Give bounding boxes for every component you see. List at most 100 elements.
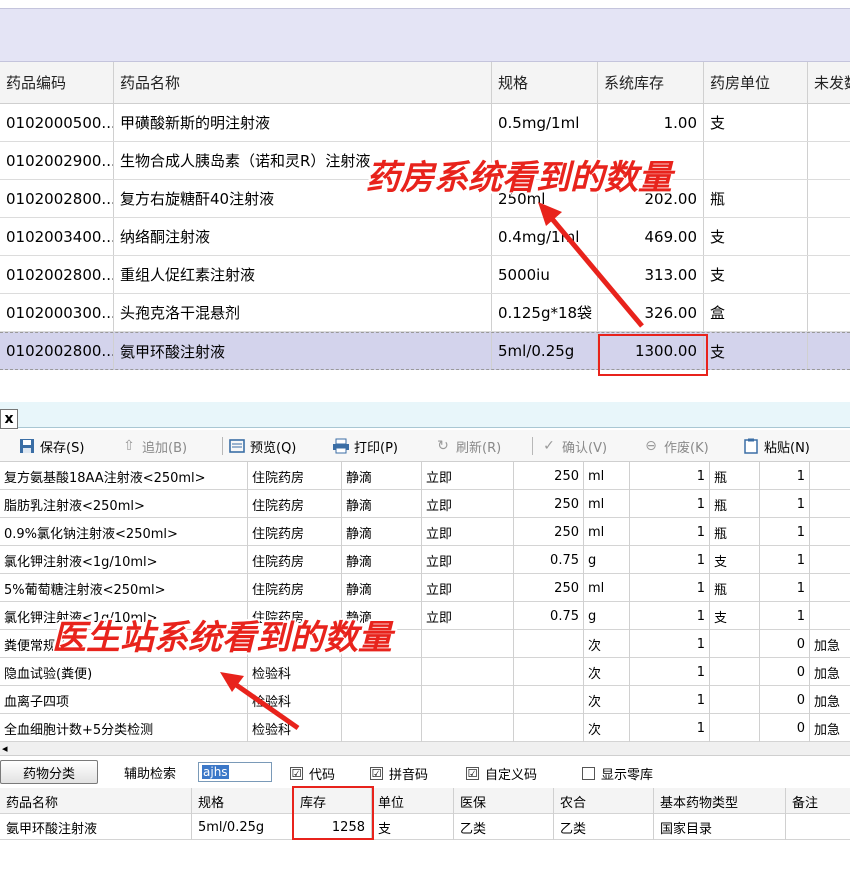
pharmacy-table-row[interactable]: 0102000500... 甲磺酸新斯的明注射液 0.5mg/1ml 1.00 支 [0,104,850,142]
doctor-stock-highlight [292,786,374,840]
horizontal-scrollbar[interactable]: ◂ [0,742,850,756]
pharmacy-table-row[interactable]: 0102002800... 重组人促红素注射液 5000iu 313.00 支 [0,256,850,294]
order-cell-qty: 1 [630,714,710,742]
column-header[interactable]: 单位 [372,788,454,814]
order-cell-qty: 1 [630,658,710,686]
paste-label: 粘贴(N) [764,440,810,456]
order-row[interactable]: 脂肪乳注射液<250ml> 住院药房 静滴 立即 250 ml 1 瓶 1 [0,490,850,518]
preview-button[interactable]: 预览(Q) [228,435,296,457]
order-row[interactable]: 氯化钾注射液<1g/10ml> 住院药房 静滴 立即 0.75 g 1 支 1 [0,546,850,574]
column-header[interactable]: 农合 [554,788,654,814]
pharmacy-cell-spec: 0.4mg/1ml [492,218,598,255]
checkbox-pinyin[interactable]: ☑ 拼音码 [370,764,428,783]
checkbox-label: 代码 [309,768,336,783]
refresh-icon: ↻ [437,438,449,454]
pharmacy-cell-stock: 313.00 [598,256,704,293]
checkbox-show-zero-stock[interactable]: 显示零库 [582,764,653,783]
void-button[interactable]: ⊖ 作废(K) [642,435,709,457]
order-cell-urgent [810,490,850,518]
order-cell-route: 静滴 [342,462,422,490]
checkbox-box[interactable]: ☑ [370,767,383,780]
save-button[interactable]: 保存(S) [18,435,84,457]
order-cell-urgent: 加急 [810,714,850,742]
order-row[interactable]: 5%葡萄糖注射液<250ml> 住院药房 静滴 立即 250 ml 1 瓶 1 [0,574,850,602]
order-cell-dose-unit: g [584,602,630,630]
order-cell-freq: 立即 [422,462,514,490]
refresh-button[interactable]: ↻ 刷新(R) [434,435,501,457]
drug-insurance-cell: 乙类 [454,814,554,840]
drug-essential-type-cell: 国家目录 [654,814,786,840]
checkbox-code[interactable]: ☑ 代码 [290,764,335,783]
pharmacy-cell-spec: 0.5mg/1ml [492,104,598,141]
pharmacy-cell-name: 头孢克洛干混悬剂 [114,294,492,331]
column-header[interactable]: 药品名称 [0,788,192,814]
column-header[interactable]: 基本药物类型 [654,788,786,814]
column-header[interactable]: 备注 [786,788,850,814]
checkbox-box[interactable] [582,767,595,780]
save-icon [18,437,36,455]
pharmacy-cell-unit [704,142,808,179]
confirm-button[interactable]: ✓ 确认(V) [540,435,607,457]
order-cell-urgent [810,574,850,602]
order-cell-name: 复方氨基酸18AA注射液<250ml> [0,462,248,490]
order-cell-dose-unit: ml [584,462,630,490]
pharmacy-cell-stock: 469.00 [598,218,704,255]
order-cell-dept: 住院药房 [248,462,342,490]
search-input[interactable]: ajhs [198,762,272,782]
drug-name-cell: 氨甲环酸注射液 [0,814,192,840]
refresh-label: 刷新(R) [456,440,502,456]
order-cell-dose-unit: ml [584,490,630,518]
order-cell-dept: 检验科 [248,658,342,686]
order-cell-dose-unit: 次 [584,658,630,686]
order-cell-qty-unit [710,714,760,742]
pharmacy-table-row[interactable]: 0102002800... 氨甲环酸注射液 5ml/0.25g 1300.00 支 [0,332,850,370]
order-row[interactable]: 隐血试验(粪便) 检验科 次 1 0 加急 [0,658,850,686]
order-row[interactable]: 血离子四项 检验科 次 1 0 加急 [0,686,850,714]
checkbox-box[interactable]: ☑ [290,767,303,780]
order-cell-n: 0 [760,714,810,742]
drug-class-button[interactable]: 药物分类 [0,760,98,784]
order-row[interactable]: 0.9%氯化钠注射液<250ml> 住院药房 静滴 立即 250 ml 1 瓶 1 [0,518,850,546]
order-cell-dept: 住院药房 [248,546,342,574]
column-header[interactable]: 规格 [192,788,294,814]
pharmacy-cell-name: 重组人促红素注射液 [114,256,492,293]
checkbox-custom-code[interactable]: ☑ 自定义码 [466,764,537,783]
column-header[interactable]: 规格 [492,62,598,103]
order-cell-dose-unit: g [584,546,630,574]
order-row[interactable]: 全血细胞计数+5分类检测 检验科 次 1 0 加急 [0,714,850,742]
print-button[interactable]: 打印(P) [332,435,398,457]
drug-unit-cell: 支 [372,814,454,840]
preview-icon [228,437,246,455]
checkbox-box[interactable]: ☑ [466,767,479,780]
order-toolbar: 保存(S) ⇧ 追加(B) 预览(Q) 打印(P) ↻ 刷新(R) ✓ 确认(V… [0,430,850,462]
order-cell-qty: 1 [630,490,710,518]
checkbox-label: 显示零库 [601,768,654,783]
add-button[interactable]: ⇧ 追加(B) [120,435,187,457]
pharmacy-stock-table: 药品编码 药品名称 规格 系统库存 药房单位 未发数 0102000500...… [0,62,850,378]
drug-result-row[interactable]: 氨甲环酸注射液 5ml/0.25g 1258 支 乙类 乙类 国家目录 [0,814,850,840]
order-cell-freq: 立即 [422,518,514,546]
order-cell-urgent: 加急 [810,658,850,686]
order-cell-dept: 住院药房 [248,518,342,546]
pharmacy-cell-unit: 支 [704,333,808,369]
order-row[interactable]: 复方氨基酸18AA注射液<250ml> 住院药房 静滴 立即 250 ml 1 瓶 1 [0,462,850,490]
paste-button[interactable]: 粘贴(N) [742,435,810,457]
order-cell-urgent [810,602,850,630]
column-header[interactable]: 未发数 [808,62,850,103]
column-header[interactable]: 药房单位 [704,62,808,103]
order-cell-urgent: 加急 [810,630,850,658]
column-header[interactable]: 药品编码 [0,62,114,103]
drug-note-cell [786,814,850,840]
pharmacy-table-row[interactable]: 0102003400... 纳络酮注射液 0.4mg/1ml 469.00 支 [0,218,850,256]
order-table: 复方氨基酸18AA注射液<250ml> 住院药房 静滴 立即 250 ml 1 瓶 1 脂肪乳注射… [0,462,850,742]
order-cell-freq [422,630,514,658]
pharmacy-table-row[interactable]: 0102000300... 头孢克洛干混悬剂 0.125g*18袋 326.00 盒 [0,294,850,332]
column-header[interactable]: 系统库存 [598,62,704,103]
column-header[interactable]: 药品名称 [114,62,492,103]
order-cell-n: 1 [760,574,810,602]
column-header[interactable]: 医保 [454,788,554,814]
order-cell-dose [514,630,584,658]
order-cell-dept: 住院药房 [248,490,342,518]
minus-circle-icon: ⊖ [645,438,657,454]
close-tab-button[interactable]: x [0,409,18,429]
